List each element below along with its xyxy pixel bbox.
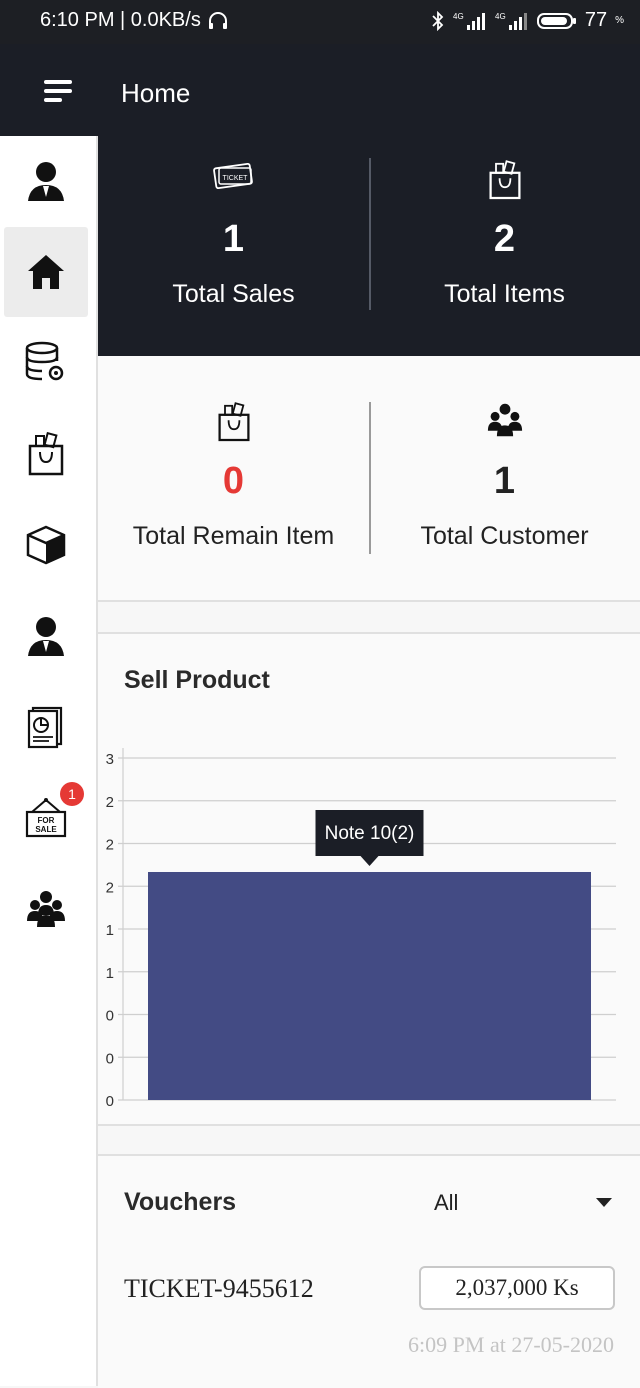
sidebar-item-customers[interactable]	[4, 864, 88, 954]
sell-product-chart: 3 2 2 2 1 1 0 0 0 Note 10(2)	[106, 748, 616, 1110]
report-icon	[27, 706, 63, 749]
chart-tooltip-arrow	[360, 856, 379, 866]
chart-tooltip-text: Note 10(2)	[325, 823, 415, 844]
y-tick-label: 0	[106, 1093, 114, 1110]
total-items-value: 2	[493, 218, 516, 260]
box-icon	[26, 525, 66, 565]
shopping-bag-icon	[28, 432, 64, 476]
voucher-ticket[interactable]: TICKET-9455612	[124, 1274, 314, 1304]
svg-text:4G: 4G	[495, 12, 506, 21]
status-bar: 6:10 PM | 0.0KB/s 4G 4G 77 %	[0, 0, 640, 44]
total-customer-value: 1	[493, 460, 516, 502]
stats-summary-dark: TICKET 1 Total Sales 2 Total Items	[98, 136, 640, 356]
user-avatar-icon	[28, 162, 64, 201]
stat-total-items[interactable]: 2 Total Items	[369, 136, 640, 356]
ticket-icon: TICKET	[212, 162, 253, 190]
stat-total-sales[interactable]: TICKET 1 Total Sales	[98, 136, 369, 356]
total-sales-value: 1	[222, 218, 245, 260]
total-sales-label: Total Sales	[172, 280, 295, 308]
for-sale-sign-icon: FOR SALE	[25, 798, 67, 838]
total-items-label: Total Items	[444, 280, 565, 308]
database-settings-icon	[25, 341, 64, 381]
svg-text:FOR: FOR	[38, 816, 55, 825]
svg-text:TICKET: TICKET	[222, 175, 248, 182]
battery-icon	[536, 12, 576, 29]
shopping-bag-icon	[217, 402, 250, 442]
customers-icon	[27, 891, 65, 927]
vouchers-card: Vouchers All TICKET-9455612 2,037,000 Ks…	[98, 1154, 640, 1388]
sidebar-item-products[interactable]	[4, 409, 88, 499]
sidebar-item-inventory[interactable]	[4, 500, 88, 590]
sidebar-item-staff[interactable]	[4, 591, 88, 681]
stat-total-remain[interactable]: 0 Total Remain Item	[98, 356, 369, 600]
menu-button[interactable]	[44, 80, 76, 104]
shopping-bag-icon	[488, 160, 521, 200]
notification-badge: 1	[60, 782, 84, 806]
y-tick-label: 2	[106, 837, 114, 854]
total-customer-label: Total Customer	[420, 522, 589, 550]
sidebar-item-home[interactable]	[4, 227, 88, 317]
vouchers-title: Vouchers	[124, 1188, 237, 1216]
home-icon	[28, 255, 64, 289]
status-time: 6:10 PM | 0.0KB/s	[40, 9, 201, 31]
signal-4g-icon-2: 4G	[495, 12, 527, 30]
battery-level: 77	[584, 9, 608, 31]
user-icon	[28, 617, 64, 656]
stats-summary-light: 0 Total Remain Item 1 Total Customer	[98, 356, 640, 602]
y-tick-label: 1	[106, 922, 114, 939]
page-title: Home	[121, 78, 191, 108]
chart-bar	[148, 872, 591, 1100]
voucher-timestamp: 6:09 PM at 27-05-2020	[408, 1332, 614, 1357]
bluetooth-icon	[432, 10, 444, 31]
sidebar-item-database[interactable]	[4, 318, 88, 408]
signal-4g-icon: 4G	[453, 12, 485, 30]
sidebar-item-reports[interactable]	[4, 682, 88, 772]
sidebar: FOR SALE 1	[0, 136, 98, 1386]
chevron-down-icon	[596, 1198, 612, 1207]
total-remain-value: 0	[222, 460, 245, 502]
total-remain-label: Total Remain Item	[132, 522, 335, 550]
voucher-filter-value: All	[434, 1190, 459, 1215]
sell-product-card: Sell Product 3 2 2 2 1 1 0 0 0 Note 10(2)	[98, 632, 640, 1126]
customers-icon	[487, 403, 522, 437]
y-tick-label: 2	[106, 794, 114, 811]
voucher-filter-dropdown[interactable]: All	[434, 1190, 614, 1220]
y-tick-label: 0	[106, 1008, 114, 1025]
y-tick-label: 3	[106, 751, 114, 768]
voucher-amount: 2,037,000 Ks	[419, 1266, 615, 1310]
y-tick-label: 2	[106, 879, 114, 896]
svg-text:4G: 4G	[453, 12, 464, 21]
svg-text:SALE: SALE	[35, 825, 57, 834]
headphones-icon	[208, 11, 227, 29]
sidebar-item-profile[interactable]	[4, 136, 88, 226]
y-tick-label: 1	[106, 965, 114, 982]
y-tick-label: 0	[106, 1050, 114, 1067]
app-bar: Home	[0, 44, 640, 136]
stat-total-customer[interactable]: 1 Total Customer	[369, 356, 640, 600]
